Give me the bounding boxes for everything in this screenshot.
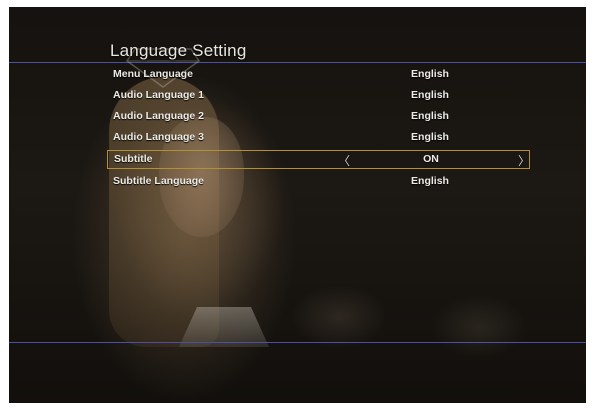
language-settings-menu: Menu Language English Audio Language 1 E… (107, 64, 530, 192)
menu-item-audio-language-2[interactable]: Audio Language 2 English (107, 106, 530, 127)
menu-item-subtitle-language[interactable]: Subtitle Language English (107, 171, 530, 192)
menu-item-value: ON (423, 153, 439, 165)
menu-item-value: English (411, 110, 449, 122)
menu-item-label: Menu Language (113, 68, 193, 80)
menu-item-value: English (411, 175, 449, 187)
tv-screen: Language Setting Menu Language English A… (9, 7, 586, 403)
menu-item-value: English (411, 68, 449, 80)
page-title: Language Setting (110, 41, 247, 60)
menu-item-audio-language-1[interactable]: Audio Language 1 English (107, 85, 530, 106)
menu-item-label: Audio Language 3 (113, 131, 205, 143)
top-divider-line (9, 62, 586, 63)
menu-item-label: Audio Language 1 (113, 89, 205, 101)
chevron-left-icon[interactable]: 〈 (338, 152, 350, 169)
menu-item-label: Subtitle Language (113, 175, 205, 187)
menu-item-label: Audio Language 2 (113, 110, 205, 122)
bottom-divider-line (9, 342, 586, 343)
menu-item-value: English (411, 89, 449, 101)
menu-item-label: Subtitle (114, 153, 153, 165)
menu-item-audio-language-3[interactable]: Audio Language 3 English (107, 127, 530, 148)
menu-item-subtitle[interactable]: Subtitle 〈 ON 〉 (107, 150, 530, 169)
menu-item-value: English (411, 131, 449, 143)
chevron-right-icon[interactable]: 〉 (518, 152, 530, 169)
menu-item-menu-language[interactable]: Menu Language English (107, 64, 530, 85)
